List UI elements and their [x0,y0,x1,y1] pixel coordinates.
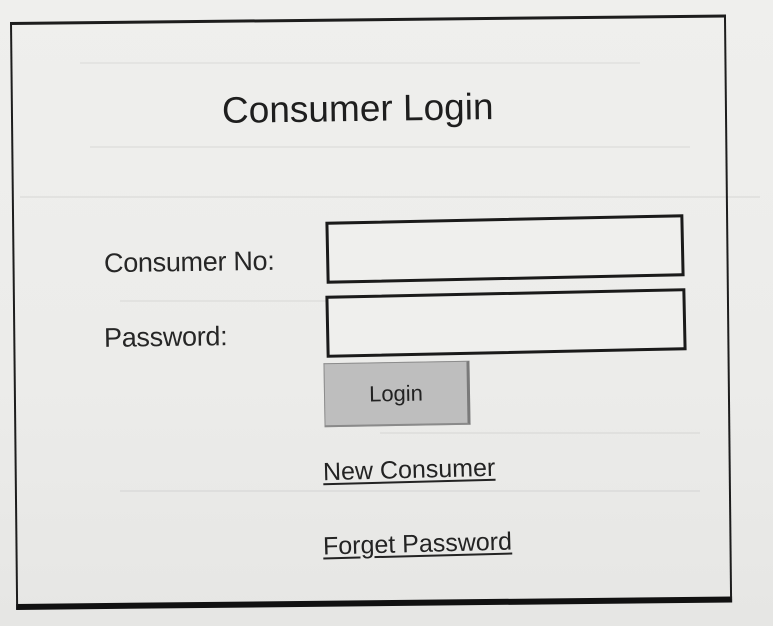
password-label: Password: [103,321,228,353]
new-consumer-link[interactable]: New Consumer [323,454,496,487]
scanned-page: Consumer Login Consumer No: Password: Lo… [0,0,773,626]
password-input[interactable] [325,288,687,358]
consumer-no-input[interactable] [325,214,685,284]
login-button[interactable]: Login [323,360,471,428]
consumer-no-label: Consumer No: [103,245,275,279]
forget-password-link[interactable]: Forget Password [323,528,513,562]
page-title: Consumer Login [221,86,494,131]
